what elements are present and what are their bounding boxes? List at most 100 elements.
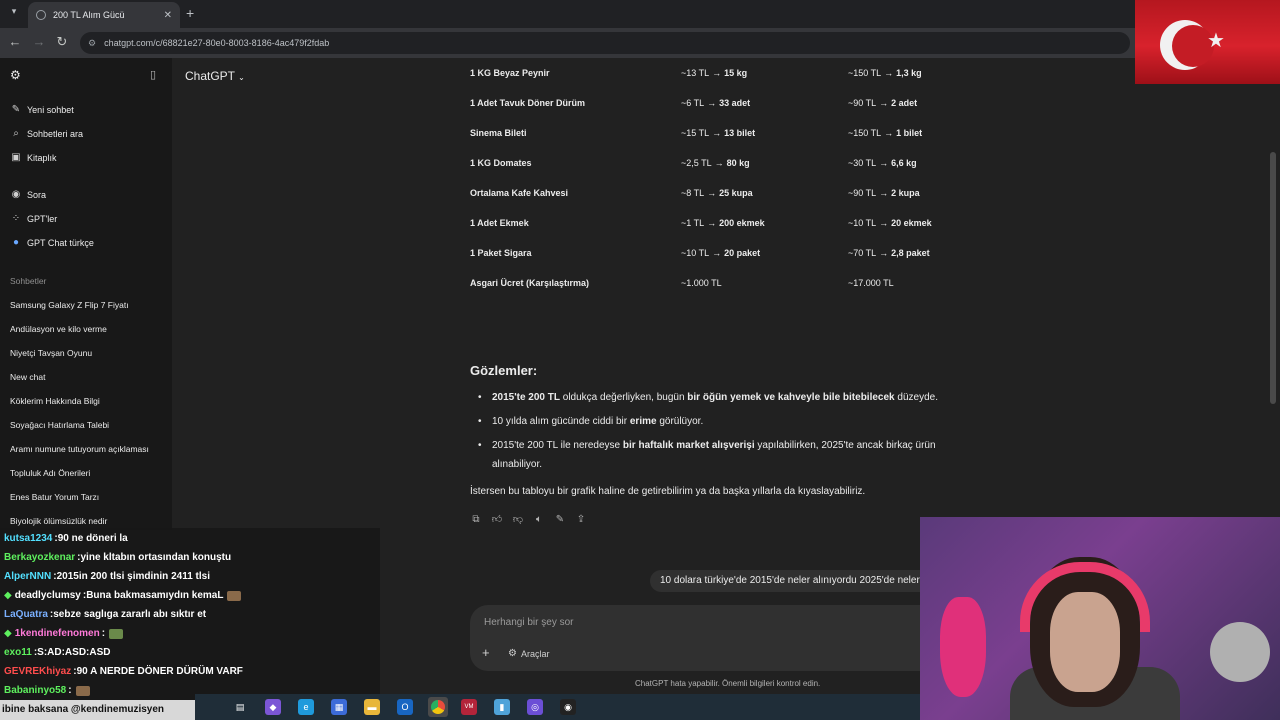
tab-search-icon[interactable]: ▾ <box>6 6 22 22</box>
prompt-input[interactable] <box>484 615 784 629</box>
badge-icon: ◆ <box>4 590 12 601</box>
table-cell: ~10 TL → 20 paket <box>673 238 840 268</box>
url-field[interactable]: ⚙ chatgpt.com/c/68821e27-80e0-8003-8186-… <box>80 32 1130 54</box>
close-sidebar-icon[interactable]: ▯ <box>150 68 156 81</box>
edge-icon[interactable]: e <box>298 699 314 715</box>
chat-list-item[interactable]: Topluluk Adı Önerileri <box>10 468 90 478</box>
table-cell: ~10 TL → 20 ekmek <box>840 208 970 238</box>
table-cell: ~1 TL → 200 ekmek <box>673 208 840 238</box>
site-info-icon[interactable]: ⚙ <box>88 38 96 49</box>
edit-icon[interactable]: ✎ <box>554 514 566 526</box>
chats-heading: Sohbetler <box>10 276 47 286</box>
table-cell: ~30 TL → 6,6 kg <box>840 148 970 178</box>
chat-list-item[interactable]: New chat <box>10 372 45 382</box>
back-icon[interactable]: ← <box>6 33 24 51</box>
chat-list-item[interactable]: Aramı numune tutuyorum açıklaması <box>10 444 149 454</box>
chat-list-item[interactable]: Köklerim Hakkında Bilgi <box>10 396 100 406</box>
chat-text: yine kltabın ortasından konuştu <box>80 552 232 563</box>
price-value: ~1.000 TL <box>681 278 722 288</box>
chat-username: LaQuatra <box>4 609 48 620</box>
new-tab-icon[interactable]: + <box>186 5 194 21</box>
tab-favicon-icon <box>36 10 46 20</box>
voicemeeter-icon[interactable]: VM <box>461 699 477 715</box>
table-row: 1 Adet Ekmek ~1 TL → 200 ekmek ~10 TL → 20 ekm… <box>462 208 970 238</box>
copilot-icon[interactable]: ◆ <box>265 699 281 715</box>
chat-list-item[interactable]: Samsung Galaxy Z Flip 7 Fiyatı <box>10 300 129 310</box>
store-icon[interactable]: ▦ <box>331 699 347 715</box>
task-view-icon[interactable]: ▤ <box>232 699 248 715</box>
stream-chat-message: ◆ 1kendinefenomen : <box>4 628 124 639</box>
table-cell: ~2,5 TL → 80 kg <box>673 148 840 178</box>
arrow-icon: → <box>879 248 889 258</box>
quantity-value: 25 kupa <box>719 188 753 198</box>
sidebar-item-search[interactable]: ⌕ Sohbetleri ara <box>10 128 83 139</box>
text: oldukça değerliyken, bugün <box>559 392 688 403</box>
outlook-icon[interactable]: O <box>397 699 413 715</box>
chat-username: kutsa1234 <box>4 533 53 544</box>
text: görülüyor. <box>656 416 704 427</box>
browser-tab[interactable]: 200 TL Alım Gücü ✕ <box>28 2 180 28</box>
sidebar-item-new-chat[interactable]: ✎ Yeni sohbet <box>10 104 74 115</box>
quantity-value: 2 kupa <box>891 188 920 198</box>
arrow-icon: → <box>879 218 889 228</box>
arrow-icon: → <box>884 128 894 138</box>
sidebar-item-gpts[interactable]: ⁘ GPT'ler <box>10 213 57 224</box>
sidebar-item-gpt-chat-turkce[interactable]: ● GPT Chat türkçe <box>10 237 94 248</box>
share-icon[interactable]: ⇪ <box>575 514 587 526</box>
folder-icon[interactable]: ▬ <box>364 699 380 715</box>
observations-list: 2015'te 200 TL oldukça değerliyken, bugü… <box>474 388 964 479</box>
speaker-icon[interactable]: 🔈︎ <box>533 514 545 526</box>
user-message: 10 dolara türkiye'de 2015'de neler alını… <box>650 570 920 592</box>
arrow-icon: → <box>714 158 724 168</box>
notepad-icon[interactable]: ▮ <box>494 699 510 715</box>
table-cell: ~70 TL → 2,8 paket <box>840 238 970 268</box>
table-cell: ~90 TL → 2 kupa <box>840 178 970 208</box>
openai-logo-icon[interactable]: ⚙ <box>10 68 21 82</box>
list-item: 2015'te 200 TL oldukça değerliyken, bugü… <box>474 388 964 407</box>
emote-icon <box>227 590 242 601</box>
list-item: 2015'te 200 TL ile neredeyse bir haftalı… <box>474 436 964 474</box>
chat-list-item[interactable]: Biyolojik ölümsüzlük nedir <box>10 516 107 526</box>
table-cell: ~6 TL → 33 adet <box>673 88 840 118</box>
grid-icon: ⁘ <box>11 213 21 224</box>
price-value: ~2,5 TL <box>681 158 712 168</box>
stream-chat-message: Babaninyo58 : <box>4 685 90 696</box>
reload-icon[interactable]: ↻ <box>53 33 71 51</box>
chat-list-item[interactable]: Niyetçi Tavşan Oyunu <box>10 348 92 358</box>
chat-text: 90 ne döneri la <box>57 533 128 544</box>
ticker-bar: ibine baksana @kendinemuzisyen <box>0 700 195 720</box>
stream-chat-message: AlperNNN : 2015in 200 tlsi şimdinin 2411… <box>4 571 210 582</box>
scrollbar[interactable] <box>1270 152 1276 404</box>
sidebar-item-label: GPT Chat türkçe <box>27 237 94 248</box>
library-icon: ▣ <box>11 152 21 163</box>
chat-list-item[interactable]: Andülasyon ve kilo verme <box>10 324 107 334</box>
chrome-icon[interactable] <box>428 697 448 717</box>
thumbs-down-icon[interactable]: 👎︎ <box>512 514 524 526</box>
table-cell: ~150 TL → 1 bilet <box>840 118 970 148</box>
headphones-shape <box>1020 562 1150 632</box>
price-value: ~70 TL <box>848 248 877 258</box>
price-value: ~10 TL <box>681 248 710 258</box>
item-name: 1 Adet Tavuk Döner Dürüm <box>470 98 586 108</box>
forward-icon[interactable]: → <box>30 33 48 51</box>
chat-username: Babaninyo58 <box>4 685 67 696</box>
item-name: Ortalama Kafe Kahvesi <box>470 188 569 198</box>
sidebar-item-sora[interactable]: ◉ Sora <box>10 189 46 200</box>
sidebar-item-library[interactable]: ▣ Kitaplık <box>10 152 56 163</box>
thumbs-up-icon[interactable]: 👍︎ <box>491 514 503 526</box>
table-row: 1 Adet Tavuk Döner Dürüm ~6 TL → 33 adet ~90… <box>462 88 970 118</box>
price-value: ~10 TL <box>848 218 877 228</box>
stream-chat-message: ◆ deadlyclumsy : Buna bakmasamıydın kemaL <box>4 590 242 601</box>
chat-list-item[interactable]: Enes Batur Yorum Tarzı <box>10 492 99 502</box>
tools-button[interactable]: ⚙ Araçlar <box>508 648 549 659</box>
obs-icon[interactable]: ◉ <box>560 699 576 715</box>
item-name: 1 Paket Sigara <box>470 248 532 258</box>
model-selector[interactable]: ChatGPT ⌄ <box>185 69 245 83</box>
plus-icon[interactable]: + <box>482 645 490 660</box>
quantity-value: 13 bilet <box>724 128 756 138</box>
tab-close-icon[interactable]: ✕ <box>164 10 172 21</box>
chat-list-item[interactable]: Soyağacı Hatırlama Talebi <box>10 420 109 430</box>
copy-icon[interactable]: ⧉ <box>470 514 482 526</box>
item-name: 1 KG Beyaz Peynir <box>470 68 550 78</box>
discord-icon[interactable]: ◎ <box>527 699 543 715</box>
